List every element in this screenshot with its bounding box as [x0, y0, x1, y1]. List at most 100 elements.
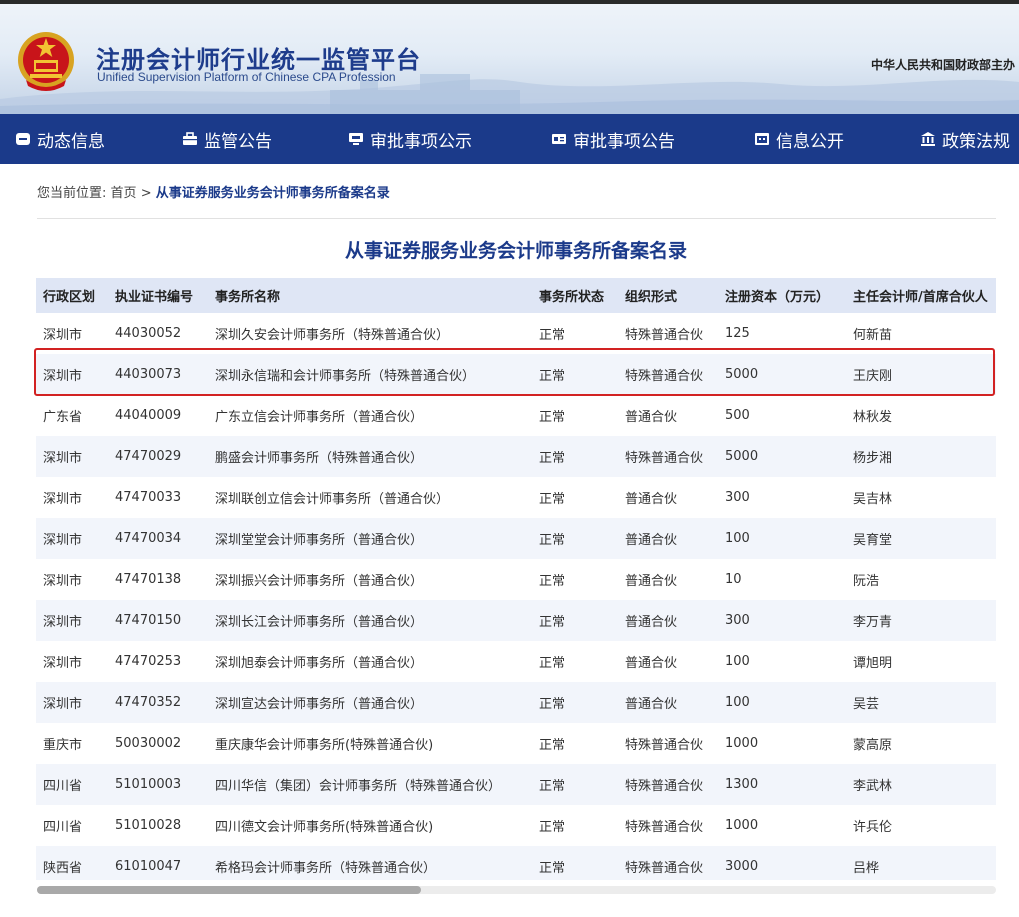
cell-org-form: 普通合伙	[618, 600, 718, 641]
cell-license-no: 47470150	[108, 600, 208, 641]
cell-status: 正常	[532, 477, 618, 518]
breadcrumb-divider	[37, 218, 996, 219]
cell-license-no: 47470029	[108, 436, 208, 477]
nav-label: 动态信息	[37, 131, 105, 152]
nav-item-approval-publicity[interactable]: 审批事项公示	[349, 114, 472, 164]
breadcrumb-home-link[interactable]: 首页	[111, 186, 137, 201]
table-row: 深圳市 47470034 深圳堂堂会计师事务所（普通合伙） 正常 普通合伙 100 吴育堂	[36, 518, 996, 559]
cell-firm-name: 深圳振兴会计师事务所（普通合伙）	[208, 559, 532, 600]
cell-org-form: 特殊普通合伙	[618, 805, 718, 846]
site-header: 注册会计师行业统一监管平台 Unified Supervision Platfo…	[0, 4, 1019, 114]
monitor-icon	[349, 133, 363, 145]
cell-status: 正常	[532, 805, 618, 846]
cell-org-form: 普通合伙	[618, 682, 718, 723]
cell-license-no: 47470253	[108, 641, 208, 682]
cell-license-no: 44030052	[108, 313, 208, 354]
cell-org-form: 普通合伙	[618, 477, 718, 518]
cell-firm-name: 重庆康华会计师事务所(特殊普通合伙)	[208, 723, 532, 764]
table-row: 深圳市 44030052 深圳久安会计师事务所（特殊普通合伙） 正常 特殊普通合伙 125…	[36, 313, 996, 354]
cell-region: 深圳市	[36, 682, 108, 723]
cell-firm-name: 广东立信会计师事务所（普通合伙）	[208, 395, 532, 436]
nav-label: 监管公告	[204, 131, 272, 152]
cell-capital: 300	[718, 477, 846, 518]
cell-status: 正常	[532, 600, 618, 641]
cell-firm-name: 深圳久安会计师事务所（特殊普通合伙）	[208, 313, 532, 354]
nav-item-supervision[interactable]: 监管公告	[183, 114, 272, 164]
page-title: 从事证券服务业务会计师事务所备案名录	[344, 240, 687, 262]
cell-firm-name: 深圳永信瑞和会计师事务所（特殊普通合伙）	[208, 354, 532, 395]
news-icon	[16, 133, 30, 145]
column-header-region: 行政区划	[36, 278, 108, 313]
table-scroll-container: 行政区划 执业证书编号 事务所名称 事务所状态 组织形式 注册资本（万元） 主任…	[36, 278, 996, 880]
table-row: 深圳市 47470033 深圳联创立信会计师事务所（普通合伙） 正常 普通合伙 300 吴吉…	[36, 477, 996, 518]
institution-icon	[921, 132, 935, 146]
cell-org-form: 特殊普通合伙	[618, 436, 718, 477]
cell-status: 正常	[532, 313, 618, 354]
cell-region: 深圳市	[36, 436, 108, 477]
cell-license-no: 44030073	[108, 354, 208, 395]
cell-org-form: 普通合伙	[618, 395, 718, 436]
cell-chief-partner: 何新苗	[846, 313, 996, 354]
nav-label: 信息公开	[776, 131, 844, 152]
cell-chief-partner: 李武林	[846, 764, 996, 805]
cell-status: 正常	[532, 723, 618, 764]
scrollbar-thumb[interactable]	[37, 886, 421, 894]
cell-license-no: 47470033	[108, 477, 208, 518]
cell-capital: 125	[718, 313, 846, 354]
cell-capital: 300	[718, 600, 846, 641]
cell-region: 深圳市	[36, 518, 108, 559]
cell-region: 深圳市	[36, 641, 108, 682]
nav-item-approval-notice[interactable]: 审批事项公告	[552, 114, 675, 164]
cell-capital: 500	[718, 395, 846, 436]
id-card-icon	[552, 134, 566, 144]
cell-license-no: 51010003	[108, 764, 208, 805]
cell-region: 深圳市	[36, 600, 108, 641]
cell-chief-partner: 吴育堂	[846, 518, 996, 559]
cell-org-form: 普通合伙	[618, 641, 718, 682]
cell-firm-name: 深圳联创立信会计师事务所（普通合伙）	[208, 477, 532, 518]
column-header-org-form: 组织形式	[618, 278, 718, 313]
cell-capital: 3000	[718, 846, 846, 880]
cell-license-no: 47470034	[108, 518, 208, 559]
breadcrumb-current: 从事证券服务业务会计师事务所备案名录	[155, 186, 390, 201]
cell-chief-partner: 阮浩	[846, 559, 996, 600]
cell-capital: 5000	[718, 436, 846, 477]
breadcrumb: 您当前位置: 首页 > 从事证券服务业务会计师事务所备案名录	[37, 182, 390, 201]
nav-item-news[interactable]: 动态信息	[16, 114, 105, 164]
cell-capital: 1000	[718, 723, 846, 764]
cell-region: 四川省	[36, 805, 108, 846]
cell-org-form: 普通合伙	[618, 518, 718, 559]
briefcase-icon	[183, 132, 197, 145]
cell-license-no: 44040009	[108, 395, 208, 436]
horizontal-scrollbar[interactable]	[37, 886, 996, 894]
column-header-capital: 注册资本（万元）	[718, 278, 846, 313]
cell-region: 深圳市	[36, 477, 108, 518]
cell-chief-partner: 许兵伦	[846, 805, 996, 846]
cell-chief-partner: 吴吉林	[846, 477, 996, 518]
nav-label: 政策法规	[942, 131, 1010, 152]
cell-region: 深圳市	[36, 354, 108, 395]
cell-firm-name: 深圳旭泰会计师事务所（普通合伙）	[208, 641, 532, 682]
firm-table: 行政区划 执业证书编号 事务所名称 事务所状态 组织形式 注册资本（万元） 主任…	[36, 278, 996, 880]
table-body: 深圳市 44030052 深圳久安会计师事务所（特殊普通合伙） 正常 特殊普通合伙 125…	[36, 313, 996, 880]
table-row: 深圳市 47470029 鹏盛会计师事务所（特殊普通合伙） 正常 特殊普通合伙 5000 杨…	[36, 436, 996, 477]
national-emblem-icon	[18, 32, 74, 91]
cell-org-form: 特殊普通合伙	[618, 313, 718, 354]
cell-status: 正常	[532, 518, 618, 559]
cell-chief-partner: 谭旭明	[846, 641, 996, 682]
cell-firm-name: 鹏盛会计师事务所（特殊普通合伙）	[208, 436, 532, 477]
column-header-chief-partner: 主任会计师/首席合伙人	[846, 278, 996, 313]
cell-org-form: 特殊普通合伙	[618, 764, 718, 805]
cell-firm-name: 四川德文会计师事务所(特殊普通合伙)	[208, 805, 532, 846]
cell-chief-partner: 林秋发	[846, 395, 996, 436]
cell-capital: 1300	[718, 764, 846, 805]
table-row: 广东省 44040009 广东立信会计师事务所（普通合伙） 正常 普通合伙 500 林秋发	[36, 395, 996, 436]
cell-firm-name: 深圳宣达会计师事务所（普通合伙）	[208, 682, 532, 723]
cell-status: 正常	[532, 436, 618, 477]
nav-item-policy[interactable]: 政策法规	[921, 114, 1010, 164]
cell-chief-partner: 李万青	[846, 600, 996, 641]
cell-license-no: 61010047	[108, 846, 208, 880]
table-row: 深圳市 47470253 深圳旭泰会计师事务所（普通合伙） 正常 普通合伙 100 谭旭明	[36, 641, 996, 682]
nav-item-info-disclosure[interactable]: 信息公开	[755, 114, 844, 164]
cell-region: 深圳市	[36, 313, 108, 354]
